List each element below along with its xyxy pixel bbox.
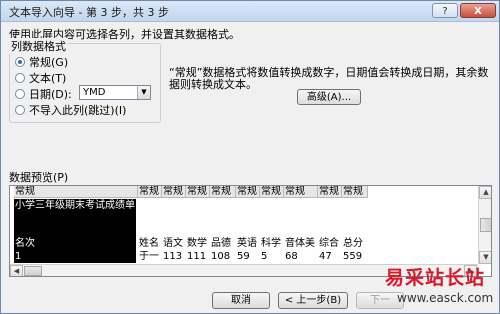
column-header[interactable]: 常规 bbox=[14, 186, 138, 198]
date-format-select[interactable]: YMD ▼ bbox=[79, 85, 151, 100]
scroll-thumb[interactable] bbox=[480, 218, 491, 232]
watermark-url: www.easck.com bbox=[397, 291, 494, 305]
table-cell: 音体美 bbox=[285, 238, 315, 249]
table-cell: 47 bbox=[319, 251, 332, 262]
table-cell: 语文 bbox=[163, 238, 183, 249]
table-cell: 姓名 bbox=[139, 238, 159, 249]
table-cell: 名次 bbox=[15, 238, 35, 249]
text-import-wizard-dialog: 文本导入向导 - 第 3 步，共 3 步 ? X 使用此屏内容可选择各列，并设置… bbox=[0, 0, 500, 314]
help-button[interactable]: ? bbox=[432, 3, 458, 18]
table-cell: 1 bbox=[15, 251, 22, 262]
column-header[interactable]: 常规 bbox=[260, 186, 284, 198]
table-cell: 英语 bbox=[237, 238, 257, 249]
table-cell: 科学 bbox=[261, 238, 281, 249]
table-cell: 数学 bbox=[187, 238, 207, 249]
table-cell: 5 bbox=[261, 251, 268, 262]
column-header[interactable]: 常规 bbox=[342, 186, 368, 198]
column-header[interactable]: 常规 bbox=[162, 186, 186, 198]
table-cell: 品德 bbox=[211, 238, 231, 249]
radio-general-label: 常规(G) bbox=[29, 56, 69, 69]
scroll-up-icon[interactable]: ▲ bbox=[479, 186, 491, 199]
radio-icon bbox=[15, 73, 25, 83]
scroll-left-icon[interactable]: ◀ bbox=[10, 265, 23, 276]
radio-icon bbox=[15, 89, 25, 99]
column-header[interactable]: 常规 bbox=[284, 186, 318, 198]
format-description: “常规”数据格式将数值转换成数字，日期值会转换成日期，其余数据则转换成文本。 bbox=[169, 66, 489, 91]
radio-skip-label: 不导入此列(跳过)(I) bbox=[29, 104, 127, 117]
column-format-legend: 列数据格式 bbox=[9, 38, 68, 54]
column-header[interactable]: 常规 bbox=[318, 186, 342, 198]
data-preview-label: 数据预览(P) bbox=[9, 171, 69, 184]
radio-text[interactable]: 文本(T) bbox=[15, 71, 66, 85]
advanced-button[interactable]: 高级(A)... bbox=[297, 89, 361, 105]
table-cell: 68 bbox=[285, 251, 298, 262]
radio-text-label: 文本(T) bbox=[29, 72, 67, 85]
column-header[interactable]: 常规 bbox=[138, 186, 162, 198]
table-cell: 59 bbox=[237, 251, 250, 262]
radio-date[interactable]: 日期(D): bbox=[15, 87, 72, 101]
radio-skip[interactable]: 不导入此列(跳过)(I) bbox=[15, 103, 126, 117]
scroll-thumb[interactable] bbox=[24, 266, 42, 276]
table-cell: 113 bbox=[163, 251, 183, 262]
column-header[interactable]: 常规 bbox=[210, 186, 236, 198]
back-button[interactable]: < 上一步(B) bbox=[278, 292, 348, 309]
radio-selected-icon bbox=[15, 57, 25, 67]
table-cell: 总分 bbox=[343, 238, 363, 249]
cancel-button[interactable]: 取消 bbox=[212, 292, 270, 309]
table-cell: 108 bbox=[211, 251, 231, 262]
table-cell: 111 bbox=[187, 251, 207, 262]
watermark-logo: 易采站长站 bbox=[385, 267, 486, 289]
window-title: 文本导入向导 - 第 3 步，共 3 步 bbox=[9, 6, 169, 19]
table-cell: 小学三年级期末考试成绩单 bbox=[15, 200, 135, 211]
radio-general[interactable]: 常规(G) bbox=[15, 55, 68, 69]
column-header[interactable]: 常规 bbox=[186, 186, 210, 198]
chevron-down-icon[interactable]: ▼ bbox=[137, 86, 150, 99]
column-header[interactable]: 常规 bbox=[236, 186, 260, 198]
table-cell: 559 bbox=[343, 251, 363, 262]
vertical-scrollbar[interactable]: ▲ ▼ bbox=[478, 186, 491, 264]
title-bar: 文本导入向导 - 第 3 步，共 3 步 ? X bbox=[1, 1, 499, 22]
radio-icon bbox=[15, 105, 25, 115]
radio-date-label: 日期(D): bbox=[29, 88, 72, 101]
close-button[interactable]: X bbox=[460, 3, 496, 18]
date-format-value: YMD bbox=[83, 87, 106, 98]
table-cell: 于一 bbox=[139, 251, 159, 262]
table-cell: 综合 bbox=[319, 238, 339, 249]
